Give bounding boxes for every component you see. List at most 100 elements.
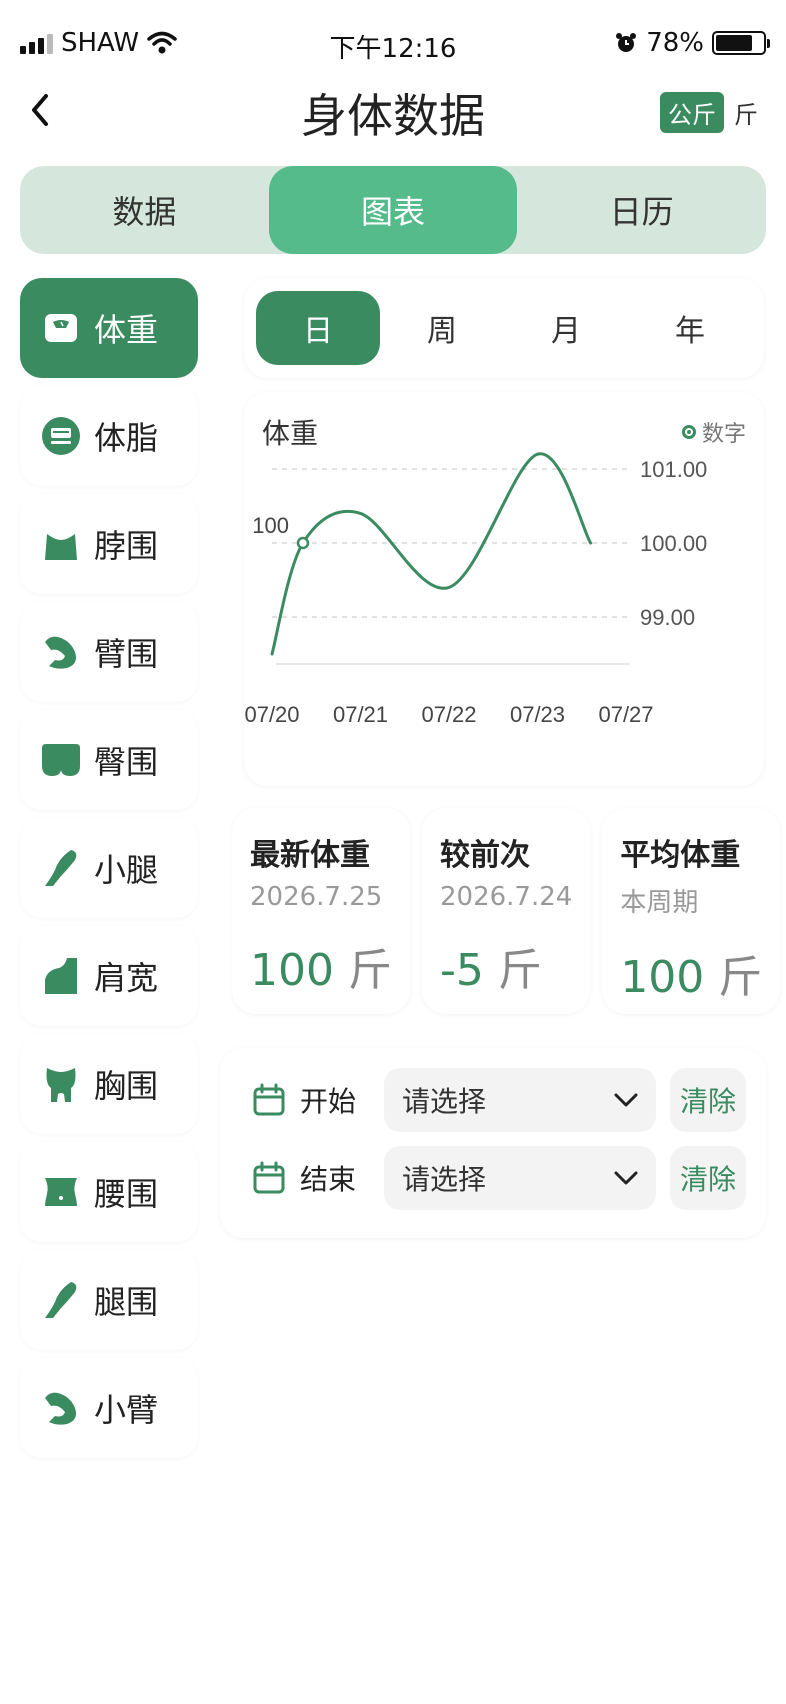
y-tick-label: 101.00 <box>640 457 707 482</box>
start-date-select[interactable]: 请选择 <box>384 1068 656 1132</box>
start-date-row: 开始 请选择 清除 <box>238 1068 748 1132</box>
end-date-placeholder: 请选择 <box>402 1163 487 1196</box>
stat-value: -5 斤 <box>440 934 572 998</box>
start-date-clear-button[interactable]: 清除 <box>670 1068 746 1132</box>
end-date-clear-button[interactable]: 清除 <box>670 1146 746 1210</box>
period-tab-year[interactable]: 年 <box>628 291 752 365</box>
stat-date: 2026.7.24 <box>439 882 573 912</box>
x-tick-label: 07/21 <box>333 702 388 727</box>
date-range-card: 开始 请选择 清除 结束 请选择 清除 <box>220 1048 766 1238</box>
sidebar-item-chest[interactable]: 胸围 <box>20 1034 198 1134</box>
period-tab-week[interactable]: 周 <box>380 291 504 365</box>
body-fat-scale-icon <box>40 415 82 457</box>
stat-number: -5 <box>439 945 484 996</box>
stat-unit: 斤 <box>718 952 763 1003</box>
sidebar-item-calf[interactable]: 小腿 <box>20 818 198 918</box>
sidebar-item-hip[interactable]: 臀围 <box>20 710 198 810</box>
x-tick-label: 07/23 <box>510 702 565 727</box>
nav-bar: 身体数据 公斤 斤 <box>0 70 786 150</box>
chest-icon <box>40 1063 82 1105</box>
shoulder-icon <box>40 955 82 997</box>
end-date-row: 结束 请选择 清除 <box>238 1146 748 1210</box>
battery-fill <box>716 35 752 51</box>
stat-unit: 斤 <box>497 945 542 996</box>
y-tick-label: 99.00 <box>640 605 695 630</box>
sidebar-item-label: 脖围 <box>94 527 159 565</box>
stat-number: 100 <box>250 945 334 996</box>
forearm-icon <box>40 1387 82 1429</box>
x-tick-label: 07/20 <box>244 702 299 727</box>
y-tick-label: 100.00 <box>640 531 707 556</box>
alarm-icon <box>616 33 637 52</box>
battery-percent: 78% <box>646 28 704 58</box>
start-date-label: 开始 <box>300 1085 357 1118</box>
x-tick-label: 07/22 <box>421 702 476 727</box>
data-label: 100 <box>252 513 289 538</box>
sidebar-item-label: 腰围 <box>94 1175 159 1213</box>
tab-chart[interactable]: 图表 <box>268 166 518 254</box>
sidebar-item-label: 臀围 <box>94 743 159 781</box>
sidebar-item-leg[interactable]: 腿围 <box>20 1250 198 1350</box>
end-date-select[interactable]: 请选择 <box>384 1146 656 1210</box>
stat-unit: 斤 <box>347 945 392 996</box>
tab-data[interactable]: 数据 <box>20 166 269 254</box>
stats-row: 最新体重 2026.7.25 100 斤 较前次 2026.7.24 -5 斤 … <box>232 808 781 1014</box>
stat-card-latest: 最新体重 2026.7.25 100 斤 <box>232 808 410 1014</box>
stat-value: 100 斤 <box>620 941 762 1005</box>
weight-line-chart: 101.00 100.00 99.00 07/20 07/21 07/22 07/23 07/… <box>244 452 707 727</box>
legend-marker-icon <box>681 425 696 439</box>
period-tab-month[interactable]: 月 <box>504 291 628 365</box>
tab-calendar[interactable]: 日历 <box>517 166 766 254</box>
stat-period: 本周期 <box>620 888 699 918</box>
stat-card-previous: 较前次 2026.7.24 -5 斤 <box>421 808 591 1014</box>
sidebar-item-label: 体重 <box>94 311 159 349</box>
unit-kg-option[interactable]: 公斤 <box>660 92 724 133</box>
chart-title: 体重 <box>262 417 319 450</box>
end-date-label: 结束 <box>300 1163 357 1196</box>
stat-title: 最新体重 <box>250 838 370 873</box>
hip-icon <box>40 739 82 781</box>
stat-card-average: 平均体重 本周期 100 斤 <box>602 808 781 1014</box>
period-tabs: 日 周 月 年 <box>244 278 764 378</box>
sidebar-item-forearm[interactable]: 小臂 <box>20 1358 198 1458</box>
stat-number: 100 <box>620 952 705 1003</box>
unit-switch[interactable]: 公斤 斤 <box>660 92 758 133</box>
period-tab-day[interactable]: 日 <box>256 291 380 365</box>
sidebar-item-label: 体脂 <box>94 419 159 457</box>
chevron-down-icon <box>614 1093 638 1107</box>
neck-icon <box>40 523 82 565</box>
sidebar-item-body-fat[interactable]: 体脂 <box>20 386 198 486</box>
calf-icon <box>40 847 82 889</box>
calendar-icon <box>253 1161 285 1194</box>
sidebar-item-label: 肩宽 <box>94 959 159 997</box>
calendar-icon <box>253 1083 285 1116</box>
sidebar-item-shoulder[interactable]: 肩宽 <box>20 926 198 1026</box>
sidebar-item-neck[interactable]: 脖围 <box>20 494 198 594</box>
sidebar-item-waist[interactable]: 腰围 <box>20 1142 198 1242</box>
unit-jin-option[interactable]: 斤 <box>734 95 758 130</box>
sidebar: 体重 体脂 脖围 臂围 臀围 小腿 肩宽 胸围 腰围 腿围 小臂 <box>20 278 198 1466</box>
chevron-down-icon <box>614 1171 638 1185</box>
sidebar-item-label: 小臂 <box>94 1391 159 1429</box>
weight-chart-card: 101.00 100.00 99.00 07/20 07/21 07/22 07/23 07/… <box>244 392 764 786</box>
sidebar-item-label: 腿围 <box>94 1283 159 1321</box>
battery-icon <box>712 31 770 55</box>
leg-icon <box>40 1279 82 1321</box>
main-tabs: 数据 图表 日历 <box>20 166 766 254</box>
sidebar-item-label: 小腿 <box>94 851 159 889</box>
scale-icon <box>40 307 82 349</box>
stat-value: 100 斤 <box>250 934 392 998</box>
legend-label: 数字 <box>701 422 746 447</box>
sidebar-item-label: 臂围 <box>94 635 159 673</box>
sidebar-item-arm[interactable]: 臂围 <box>20 602 198 702</box>
chart-legend[interactable]: 数字 <box>681 416 746 448</box>
stat-title: 平均体重 <box>620 838 741 873</box>
sidebar-item-weight[interactable]: 体重 <box>20 278 198 378</box>
data-point-marker <box>296 536 310 550</box>
waist-icon <box>40 1171 82 1213</box>
series-line <box>270 452 593 656</box>
stat-title: 较前次 <box>439 838 530 873</box>
x-tick-label: 07/27 <box>598 702 653 727</box>
sidebar-item-label: 胸围 <box>94 1067 159 1105</box>
status-right: 78% <box>614 28 770 58</box>
